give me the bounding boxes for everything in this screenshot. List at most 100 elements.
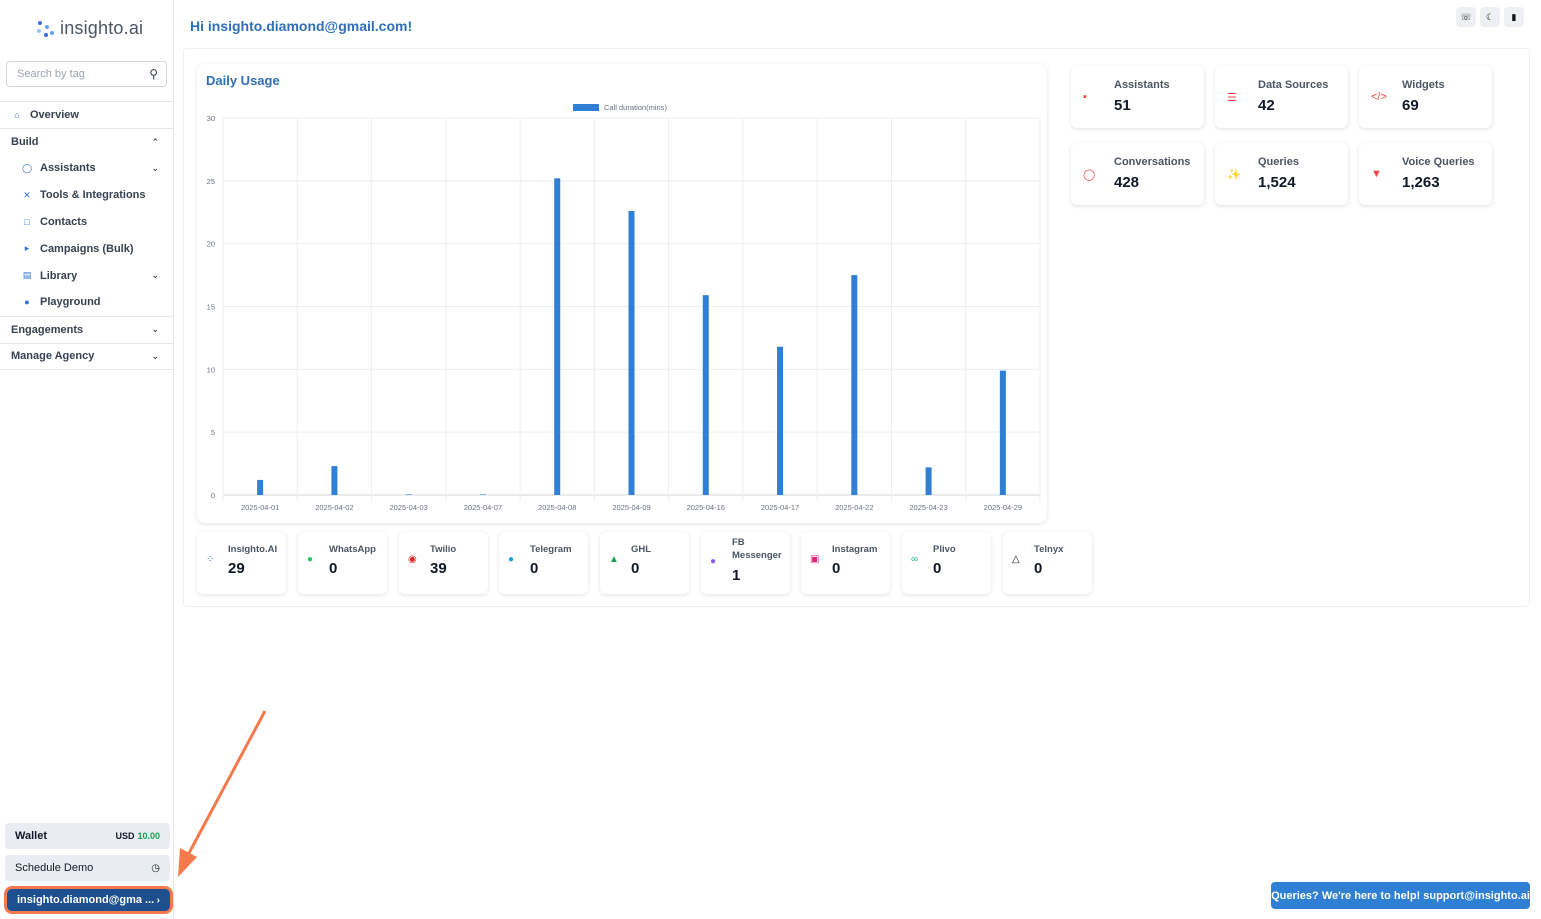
chart-title: Daily Usage <box>206 73 280 88</box>
sidebar-item-contacts[interactable]: □ Contacts <box>0 209 173 236</box>
header-actions: ☏ ☾ ▮ <box>1456 7 1526 29</box>
contacts-icon: □ <box>24 216 30 227</box>
messenger-icon: ● <box>710 556 717 567</box>
sidebar-section-engagements[interactable]: Engagements ⌄ <box>0 315 173 343</box>
sidebar-item-label: Manage Agency <box>11 350 95 363</box>
channel-value: 1 <box>732 567 741 584</box>
legend-swatch <box>573 104 599 111</box>
channel-card-fb-messenger[interactable]: ● FB Messenger 1 <box>701 532 790 594</box>
y-tick-label: 10 <box>207 365 215 374</box>
channel-card-instagram[interactable]: ▣ Instagram 0 <box>801 532 890 594</box>
y-tick-label: 0 <box>211 491 215 500</box>
sidebar-item-label: Overview <box>30 109 79 121</box>
sidebar-section-build[interactable]: Build ⌃ <box>0 128 173 155</box>
whatsapp-icon: ● <box>307 554 314 565</box>
channel-label: Insighto.AI <box>228 544 278 555</box>
y-tick-label: 20 <box>207 240 215 249</box>
brand-logo[interactable]: insighto.ai <box>36 18 143 39</box>
sidebar-item-assistants[interactable]: ◯ Assistants ⌄ <box>0 155 173 182</box>
x-tick-label: 2025-04-29 <box>984 503 1022 512</box>
user-account-button[interactable]: insighto.diamond@gma ... › <box>4 886 173 914</box>
chevron-down-icon: ⌄ <box>151 324 159 335</box>
tools-icon: ✕ <box>23 189 31 200</box>
annotation-arrow <box>178 710 267 877</box>
wallet-panel[interactable]: Wallet USD 10.00 <box>5 823 170 849</box>
sidebar-item-label: Assistants <box>40 162 96 175</box>
chevron-down-icon: ⌄ <box>151 270 159 281</box>
schedule-demo-button[interactable]: Schedule Demo ◷ <box>5 855 170 881</box>
telegram-icon: ● <box>508 554 515 565</box>
channel-label: WhatsApp <box>329 544 376 555</box>
stat-label: Widgets <box>1402 79 1445 91</box>
insighto-icon: ⁘ <box>206 554 215 565</box>
stat-card-assistants[interactable]: ▪ Assistants 51 <box>1071 66 1204 128</box>
channel-label: Telegram <box>530 544 572 555</box>
sidebar-item-tools[interactable]: ✕ Tools & Integrations <box>0 182 173 209</box>
sidebar-item-campaigns[interactable]: ▸ Campaigns (Bulk) <box>0 235 173 262</box>
chat-bubble-icon: ◯ <box>1083 169 1096 181</box>
channel-card-telnyx[interactable]: △ Telnyx 0 <box>1003 532 1092 594</box>
sidebar-item-label: Campaigns (Bulk) <box>40 242 134 255</box>
dark-mode-icon[interactable]: ☾ <box>1480 7 1500 27</box>
chevron-right-icon: › <box>156 894 160 906</box>
sidebar-item-label: Library <box>40 269 78 282</box>
code-icon: </> <box>1371 91 1387 103</box>
sidebar-item-label: Contacts <box>40 215 88 228</box>
channel-value: 29 <box>228 560 245 577</box>
y-tick-label: 5 <box>211 428 215 437</box>
channel-value: 0 <box>832 560 841 577</box>
stat-card-queries[interactable]: ✨ Queries 1,524 <box>1215 143 1348 205</box>
phone-icon[interactable]: ☏ <box>1456 7 1476 27</box>
stat-card-data-sources[interactable]: ☰ Data Sources 42 <box>1215 66 1348 128</box>
sidebar-item-label: Tools & Integrations <box>40 189 146 202</box>
channel-value: 0 <box>1034 560 1043 577</box>
search-icon[interactable]: ⚲ <box>149 67 158 81</box>
channel-value: 39 <box>430 560 447 577</box>
stat-label: Voice Queries <box>1402 156 1475 168</box>
daily-usage-chart: Call duration(mins) 0 5 10 15 20 25 30 2025-04-0… <box>207 103 1041 512</box>
sidebar-item-overview[interactable]: ⌂ Overview <box>0 101 173 128</box>
stat-label: Data Sources <box>1258 79 1329 91</box>
channel-card-twilio[interactable]: ◉ Twilio 39 <box>399 532 488 594</box>
greeting-heading: Hi insighto.diamond@gmail.com! <box>190 18 413 34</box>
chart-bar <box>479 494 486 495</box>
chart-bar <box>331 466 338 495</box>
sidebar-item-label: Build <box>11 136 39 148</box>
channel-card-insighto[interactable]: ⁘ Insighto.AI 29 <box>197 532 286 594</box>
stat-card-conversations[interactable]: ◯ Conversations 428 <box>1071 143 1204 205</box>
clock-icon: ◷ <box>151 862 160 874</box>
channel-card-plivo[interactable]: ∞ Plivo 0 <box>902 532 991 594</box>
stat-value: 428 <box>1114 174 1140 191</box>
chart-bar <box>851 275 858 495</box>
sidebar-section-manage-agency[interactable]: Manage Agency ⌄ <box>0 342 173 370</box>
book-icon[interactable]: ▮ <box>1504 7 1524 27</box>
user-account-label: insighto.diamond@gma ... <box>17 894 155 906</box>
stat-value: 69 <box>1402 97 1419 114</box>
home-icon: ⌂ <box>14 110 20 120</box>
stat-card-widgets[interactable]: </> Widgets 69 <box>1359 66 1492 128</box>
search-input[interactable] <box>17 68 137 80</box>
chevron-up-icon: ⌃ <box>151 136 159 147</box>
channel-value: 0 <box>933 560 942 577</box>
search-box[interactable]: ⚲ <box>6 61 167 87</box>
y-tick-label: 25 <box>207 177 215 186</box>
channel-label: Instagram <box>832 544 878 555</box>
x-tick-label: 2025-04-03 <box>389 503 427 512</box>
stat-card-voice-queries[interactable]: ▼ Voice Queries 1,263 <box>1359 143 1492 205</box>
stat-value: 1,524 <box>1258 174 1296 191</box>
chart-bar <box>925 467 932 495</box>
sidebar-item-playground[interactable]: ● Playground <box>0 289 173 316</box>
sidebar-item-library[interactable]: ▤ Library ⌄ <box>0 262 173 289</box>
plivo-icon: ∞ <box>911 554 919 565</box>
sidebar: insighto.ai ⚲ ⌂ Overview Build ⌃ ◯ Assis… <box>0 0 174 919</box>
x-tick-label: 2025-04-16 <box>687 503 725 512</box>
assistant-icon: ▪ <box>1083 91 1087 103</box>
channel-card-telegram[interactable]: ● Telegram 0 <box>499 532 588 594</box>
chart-bar <box>405 494 412 495</box>
microphone-icon: ▼ <box>1371 168 1382 180</box>
channel-card-whatsapp[interactable]: ● WhatsApp 0 <box>298 532 387 594</box>
support-button[interactable]: Queries? We're here to help! support@ins… <box>1271 882 1530 909</box>
legend-label: Call duration(mins) <box>604 103 667 112</box>
channel-card-ghl[interactable]: ▲ GHL 0 <box>600 532 689 594</box>
sidebar-item-label: Playground <box>40 296 101 309</box>
